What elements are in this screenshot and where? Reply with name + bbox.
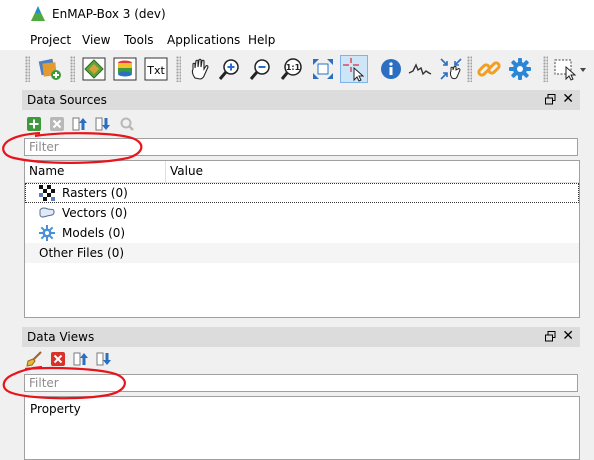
processing-tools-button[interactable]	[507, 56, 533, 82]
close-panel-icon[interactable]: ✕	[562, 91, 574, 107]
tree-item-other-files[interactable]: Other Files (0)	[25, 243, 579, 263]
tree-item-label: Models (0)	[62, 226, 126, 240]
move-to-center-icon	[440, 58, 462, 80]
tree-item-label: Vectors (0)	[62, 206, 128, 220]
menu-help[interactable]: Help	[248, 33, 275, 47]
collapse-all-icon	[72, 117, 87, 131]
data-sources-panel-header: Data Sources ✕	[22, 90, 580, 110]
pan-icon	[191, 58, 209, 80]
toolbar-grip[interactable]	[176, 56, 181, 82]
vector-icon	[39, 207, 55, 218]
menu-project[interactable]: Project	[30, 33, 71, 47]
toolbar-grip[interactable]	[543, 56, 548, 82]
close-panel-icon[interactable]: ✕	[562, 328, 574, 344]
data-sources-filter-input[interactable]	[24, 138, 578, 156]
add-icon	[27, 117, 41, 131]
remove-data-source-button[interactable]	[49, 116, 65, 132]
identify-icon	[381, 59, 401, 79]
select-features-button[interactable]	[552, 56, 588, 82]
expand-all-icon	[96, 352, 111, 366]
zoom-in-icon	[218, 59, 239, 80]
zoom-full-extent-icon	[313, 59, 333, 79]
spectral-profile-button[interactable]	[407, 56, 433, 82]
move-to-center-button[interactable]	[438, 56, 464, 82]
expand-all-button[interactable]	[95, 116, 111, 132]
zoom-out-button[interactable]	[248, 56, 274, 82]
search-icon	[120, 117, 134, 131]
open-raster-map-icon	[82, 57, 106, 81]
data-views-title: Data Views	[27, 330, 95, 344]
processing-tools-icon	[509, 58, 531, 80]
zoom-in-button[interactable]	[217, 56, 243, 82]
add-data-source-button[interactable]	[37, 56, 63, 82]
pan-button[interactable]	[187, 56, 213, 82]
open-spectral-library-button[interactable]	[112, 56, 138, 82]
toolbar-grip[interactable]	[70, 56, 75, 82]
float-panel-icon[interactable]	[545, 94, 556, 105]
data-views-tree[interactable]: Property	[24, 396, 580, 460]
find-button[interactable]	[119, 116, 135, 132]
data-views-filter-input[interactable]	[24, 374, 578, 392]
menu-applications[interactable]: Applications	[167, 33, 240, 47]
zoom-full-extent-button[interactable]	[310, 56, 336, 82]
tree-header: Name Value	[25, 161, 579, 183]
expand-all-button[interactable]	[96, 351, 112, 367]
column-separator[interactable]	[165, 161, 166, 182]
open-text-view-icon: Txt	[144, 57, 168, 81]
svg-text:Txt: Txt	[146, 64, 165, 77]
tree-item-models[interactable]: Models (0)	[25, 223, 579, 243]
identify-button[interactable]	[378, 56, 404, 82]
enmap-box-logo-icon	[31, 6, 45, 21]
clean-up-button[interactable]	[26, 351, 42, 367]
menu-view[interactable]: View	[82, 33, 110, 47]
tree-item-label: Rasters (0)	[62, 186, 128, 200]
data-sources-tree[interactable]: Name Value Rasters (0) Vectors (0) Model…	[24, 160, 580, 318]
toolbar-grip[interactable]	[25, 56, 30, 82]
select-location-button[interactable]	[340, 55, 368, 83]
remove-icon	[50, 117, 64, 131]
broom-icon	[26, 351, 42, 367]
window-title: EnMAP-Box 3 (dev)	[52, 7, 166, 21]
svg-text:1:1: 1:1	[286, 63, 301, 72]
link-views-icon	[477, 61, 501, 77]
property-column-label: Property	[30, 402, 81, 416]
tree-item-rasters[interactable]: Rasters (0)	[25, 183, 579, 203]
data-sources-title: Data Sources	[27, 93, 107, 107]
open-text-view-button[interactable]: Txt	[143, 56, 169, 82]
link-views-button[interactable]	[476, 56, 502, 82]
collapse-all-button[interactable]	[72, 116, 88, 132]
add-data-source-icon	[38, 58, 61, 80]
open-map-view-button[interactable]	[81, 56, 107, 82]
collapse-all-icon	[73, 352, 88, 366]
title-bar: EnMAP-Box 3 (dev)	[0, 0, 594, 30]
model-icon	[39, 225, 55, 241]
add-data-source-button[interactable]	[26, 116, 42, 132]
menu-tools[interactable]: Tools	[124, 33, 154, 47]
expand-all-icon	[95, 117, 110, 131]
spectral-profile-icon	[408, 63, 432, 76]
column-header-name[interactable]: Name	[29, 164, 64, 178]
select-location-icon	[343, 58, 365, 82]
close-all-views-button[interactable]	[50, 351, 66, 367]
close-icon	[51, 352, 65, 366]
select-features-icon	[554, 59, 586, 81]
float-panel-icon[interactable]	[545, 331, 556, 342]
tree-item-vectors[interactable]: Vectors (0)	[25, 203, 579, 223]
zoom-out-icon	[249, 59, 270, 80]
tree-item-label: Other Files (0)	[39, 246, 125, 260]
main-toolbar: Txt 1:1	[0, 50, 594, 88]
open-spectral-library-icon	[113, 57, 137, 81]
collapse-all-button[interactable]	[73, 351, 89, 367]
data-views-panel-header: Data Views ✕	[22, 327, 580, 347]
zoom-actual-size-icon: 1:1	[280, 58, 302, 80]
raster-icon	[39, 185, 55, 201]
column-header-value[interactable]: Value	[170, 164, 203, 178]
zoom-actual-size-button[interactable]: 1:1	[279, 56, 305, 82]
toolbar-grip[interactable]	[467, 56, 472, 82]
menu-bar: Project View Tools Applications Help	[0, 30, 594, 50]
